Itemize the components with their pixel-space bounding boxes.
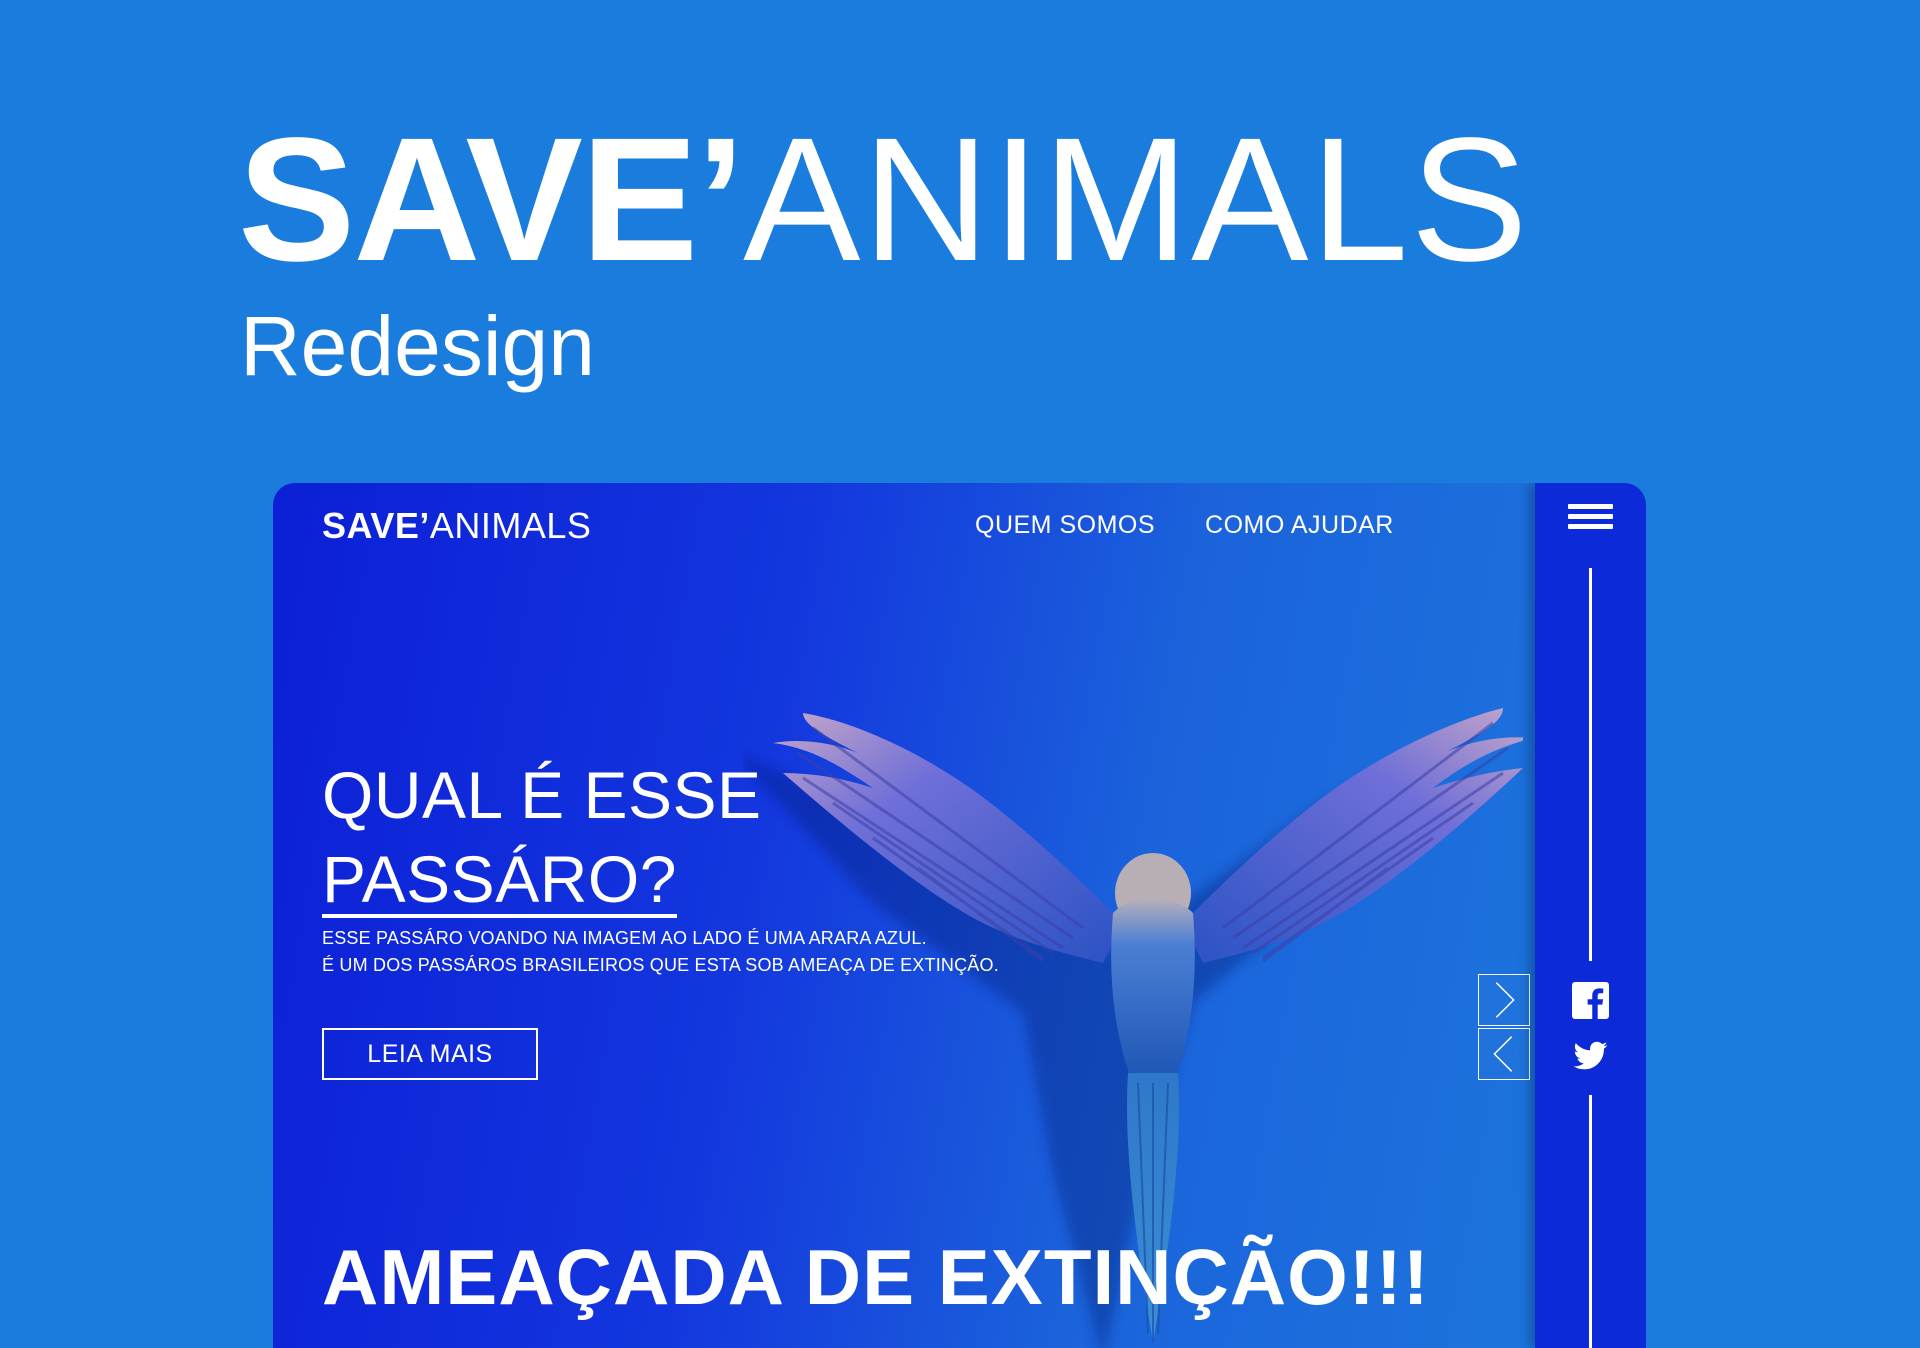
endangered-banner: AMEAÇADA DE EXTINÇÃO!!! — [322, 1233, 1430, 1321]
hero-description: ESSE PASSÁRO VOANDO NA IMAGEM AO LADO É … — [322, 925, 999, 979]
hero-text-line2: É UM DOS PASSÁROS BRASILEIROS QUE ESTA S… — [322, 955, 999, 975]
nav-link-como-ajudar[interactable]: COMO AJUDAR — [1205, 511, 1394, 540]
presentation-title: SAVE’ANIMALS — [238, 112, 1530, 288]
twitter-icon[interactable] — [1572, 1038, 1609, 1075]
hero-section: SAVE’ANIMALS QUEM SOMOS COMO AJUDAR QUAL… — [273, 483, 1535, 1348]
sidebar-divider-top — [1589, 568, 1592, 961]
top-nav: QUEM SOMOS COMO AJUDAR — [975, 511, 1394, 540]
nav-link-quem-somos[interactable]: QUEM SOMOS — [975, 511, 1155, 540]
hero-heading-line1: QUAL É ESSE — [322, 758, 762, 832]
hero-text-line1: ESSE PASSÁRO VOANDO NA IMAGEM AO LADO É … — [322, 928, 927, 948]
presentation-page: SAVE’ANIMALS Redesign SAVE’ANIMALS QUEM … — [0, 0, 1920, 1348]
presentation-title-light: ANIMALS — [743, 102, 1530, 298]
facebook-icon[interactable] — [1572, 982, 1609, 1019]
presentation-subtitle: Redesign — [240, 299, 595, 393]
read-more-button[interactable]: LEIA MAIS — [322, 1028, 538, 1080]
presentation-title-bold: SAVE’ — [238, 102, 745, 298]
slider-next-button[interactable] — [1478, 974, 1530, 1026]
site-logo[interactable]: SAVE’ANIMALS — [322, 505, 591, 547]
chevron-left-icon — [1493, 1036, 1513, 1072]
side-panel — [1535, 483, 1646, 1348]
slider-prev-button[interactable] — [1478, 1028, 1530, 1080]
website-mockup: SAVE’ANIMALS QUEM SOMOS COMO AJUDAR QUAL… — [273, 483, 1646, 1348]
site-logo-bold: SAVE’ — [322, 505, 430, 546]
hero-heading-line2: PASSÁRO? — [322, 842, 677, 918]
hamburger-menu-icon[interactable] — [1568, 504, 1613, 536]
chevron-right-icon — [1495, 982, 1515, 1018]
hero-heading: QUAL É ESSE PASSÁRO? — [322, 753, 762, 921]
site-logo-light: ANIMALS — [429, 505, 592, 546]
sidebar-divider-bottom — [1589, 1095, 1592, 1348]
